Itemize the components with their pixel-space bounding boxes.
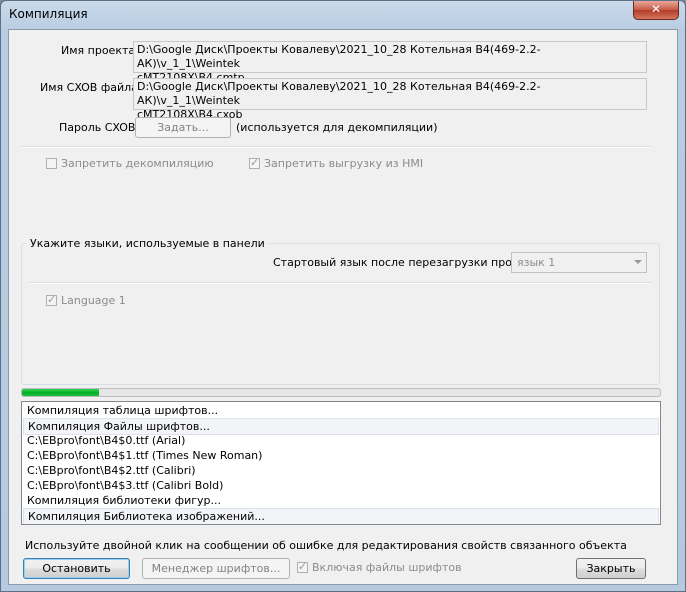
chevron-down-icon [634, 260, 642, 264]
stop-button[interactable]: Остановить [23, 558, 130, 579]
language-1-checkbox[interactable]: ✓ [46, 293, 57, 306]
checkmark-icon: ✓ [47, 293, 57, 306]
languages-divider [29, 282, 652, 284]
project-name-field[interactable]: D:\Google Диск\Проекты Ковалеву\2021_10_… [133, 41, 647, 84]
disable-decompile-checkbox[interactable] [46, 158, 57, 169]
password-hint: (используется для декомпиляции) [236, 121, 438, 134]
close-icon[interactable]: ✕ [651, 2, 661, 16]
disable-decompile-label: Запретить декомпиляцию [61, 157, 214, 170]
include-fonts-label: Включая файлы шрифтов [312, 561, 462, 574]
progress-fill [22, 389, 99, 396]
project-name-line1: D:\Google Диск\Проекты Ковалеву\2021_10_… [137, 43, 541, 70]
checkmark-icon: ✓ [250, 156, 260, 169]
set-password-button[interactable]: Задать... [135, 117, 231, 138]
startup-language-label: Стартовый язык после перезагрузки проект… [273, 256, 543, 269]
cxob-name-field[interactable]: D:\Google Диск\Проекты Ковалеву\2021_10_… [133, 78, 647, 121]
language-1-label: Language 1 [61, 294, 126, 307]
log-item[interactable]: Компиляция таблица шрифтов... [23, 403, 659, 418]
log-item[interactable]: C:\EBpro\font\B4$2.ttf (Calibri) [23, 463, 659, 478]
log-item[interactable]: C:\EBpro\font\B4$0.ttf (Arial) [23, 433, 659, 448]
dialog-client-area: Имя проекта: D:\Google Диск\Проекты Кова… [8, 29, 678, 585]
divider [21, 146, 651, 148]
log-item[interactable]: C:\EBpro\font\B4$1.ttf (Times New Roman) [23, 448, 659, 463]
startup-language-value: язык 1 [517, 256, 556, 269]
font-manager-button[interactable]: Менеджер шрифтов... [142, 558, 290, 579]
close-button[interactable]: Закрыть [576, 558, 646, 579]
startup-language-select[interactable]: язык 1 [511, 252, 647, 273]
log-item[interactable]: Компиляция библиотеки фигур... [23, 493, 659, 508]
disable-upload-label: Запретить выгрузку из HMI [264, 157, 424, 170]
include-fonts-checkbox[interactable]: ✓ [297, 560, 308, 573]
password-label: Пароль CXOB: [59, 121, 140, 134]
window-title: Компиляция [9, 7, 88, 21]
compile-log-list[interactable]: Компиляция таблица шрифтов... Компиляция … [21, 401, 661, 525]
cxob-name-line1: D:\Google Диск\Проекты Ковалеву\2021_10_… [137, 80, 541, 107]
close-window-button[interactable]: ✕ [633, 1, 679, 20]
footer-hint: Используйте двойной клик на сообщении об… [25, 539, 627, 552]
project-name-label: Имя проекта: [61, 44, 139, 57]
languages-group-title: Укажите языки, используемые в панели [26, 237, 269, 250]
log-item[interactable]: C:\EBpro\font\B4$3.ttf (Calibri Bold) [23, 478, 659, 493]
cxob-name-label: Имя CXOB файла: [40, 81, 142, 94]
checkmark-icon: ✓ [298, 560, 308, 573]
log-item[interactable]: Компиляция Библиотека изображений... [23, 508, 659, 524]
compile-dialog: Компиляция ✕ Имя проекта: D:\Google Диск… [0, 0, 686, 592]
compile-progress-bar [21, 388, 661, 397]
disable-upload-checkbox[interactable]: ✓ [249, 156, 260, 169]
title-bar[interactable]: Компиляция ✕ [1, 1, 685, 29]
